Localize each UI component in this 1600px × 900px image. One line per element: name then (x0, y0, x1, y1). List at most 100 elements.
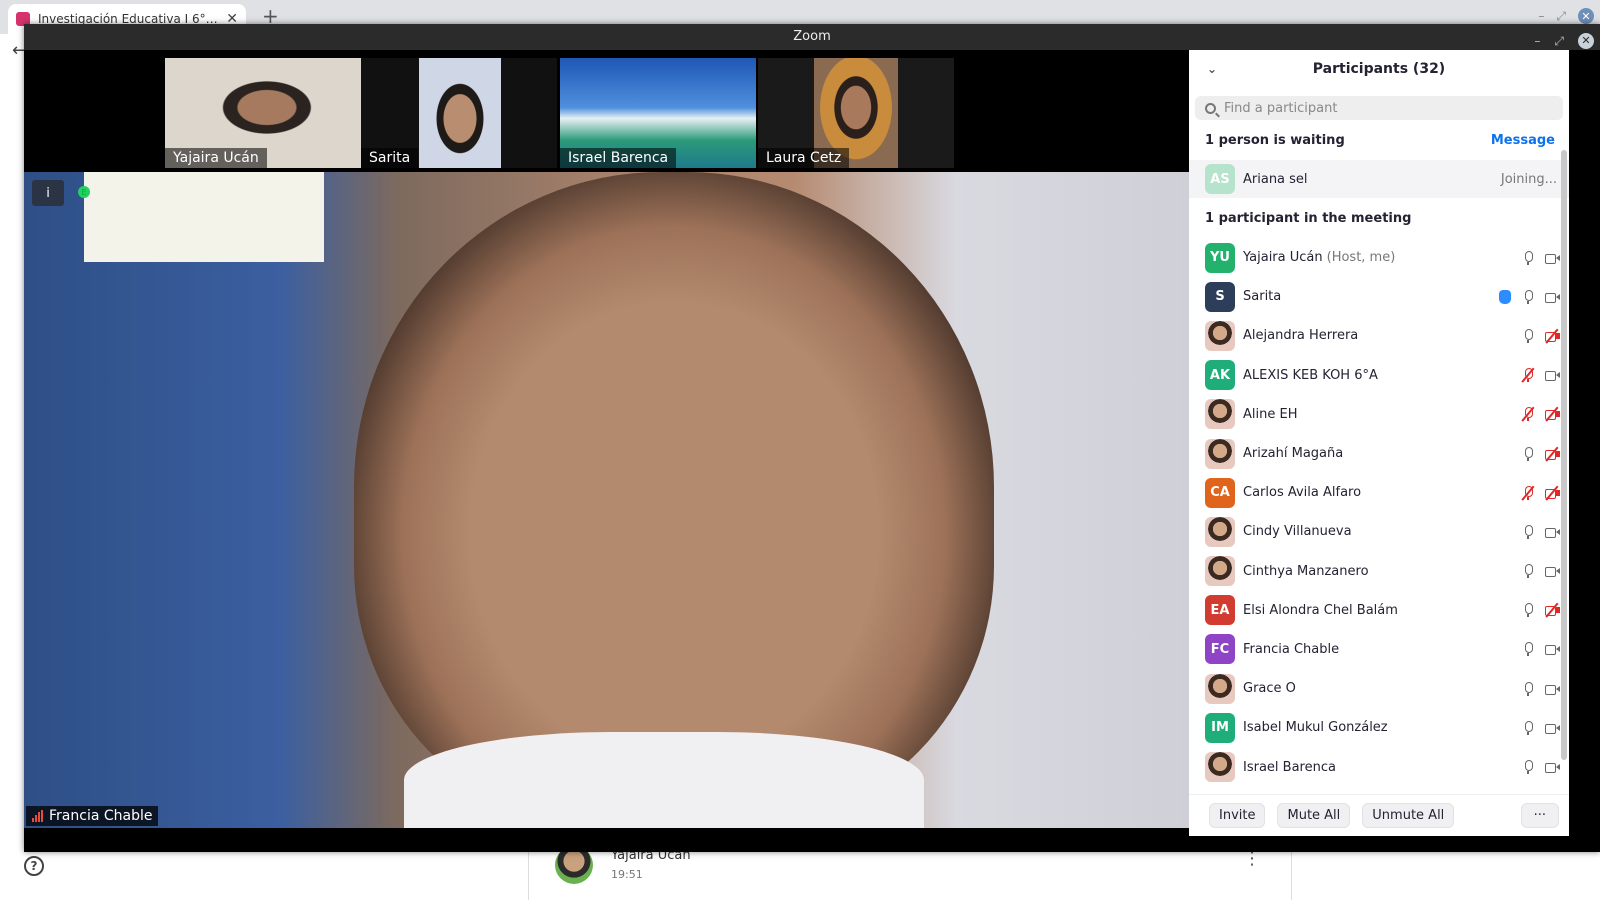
in-meeting-header: 1 participant in the meeting (1205, 210, 1412, 226)
participant-row[interactable]: Alejandra Herrera (1189, 316, 1569, 355)
video-icon[interactable] (1545, 250, 1560, 266)
mute-all-button[interactable]: Mute All (1277, 803, 1351, 828)
mic-icon[interactable] (1521, 446, 1535, 462)
mic-icon[interactable] (1521, 720, 1535, 736)
chat-time: 19:51 (611, 868, 643, 881)
mic-icon[interactable] (1521, 759, 1535, 775)
participant-status-icons (1521, 406, 1560, 422)
mic-muted-icon[interactable] (1521, 367, 1535, 383)
participant-row[interactable]: Aline EH (1189, 395, 1569, 434)
avatar: EA (1205, 595, 1235, 626)
participant-name: Grace O (1243, 681, 1296, 696)
participant-name: Israel Barenca (1243, 760, 1336, 775)
participant-name-text: Sarita (1243, 289, 1282, 305)
video-icon[interactable] (1545, 641, 1560, 657)
video-icon[interactable] (1545, 759, 1560, 775)
participant-row[interactable]: CA Carlos Avila Alfaro (1189, 473, 1569, 512)
participant-name-text: Isabel Mukul González (1243, 720, 1388, 736)
mic-icon[interactable] (1521, 563, 1535, 579)
mic-icon[interactable] (1521, 641, 1535, 657)
invite-button[interactable]: Invite (1209, 803, 1266, 828)
avatar (1205, 556, 1235, 587)
mic-icon[interactable] (1521, 524, 1535, 540)
participant-row[interactable]: IM Isabel Mukul González (1189, 708, 1569, 747)
participant-row[interactable]: Israel Barenca (1189, 747, 1569, 786)
video-icon[interactable] (1545, 367, 1560, 383)
close-icon[interactable]: ✕ (1578, 33, 1594, 49)
participant-row[interactable]: Cinthya Manzanero (1189, 552, 1569, 591)
mic-icon[interactable] (1521, 602, 1535, 618)
video-icon[interactable] (1545, 720, 1560, 736)
participant-name-text: Aline EH (1243, 406, 1298, 422)
video-icon[interactable] (1545, 681, 1560, 697)
maximize-icon[interactable]: ⤢ (1556, 9, 1566, 24)
participant-row[interactable]: EA Elsi Alondra Chel Balám (1189, 591, 1569, 630)
mic-muted-icon[interactable] (1521, 485, 1535, 501)
chevron-down-icon[interactable]: ⌄ (1207, 62, 1217, 76)
search-box[interactable] (1195, 96, 1563, 120)
video-off-icon[interactable] (1545, 602, 1560, 618)
waiting-participant-row[interactable]: AS Ariana sel Joining... (1189, 160, 1569, 198)
participant-name: Arizahí Magaña (1243, 446, 1343, 461)
participant-row[interactable]: Grace O (1189, 669, 1569, 708)
participant-status-icons (1521, 759, 1560, 775)
video-off-icon[interactable] (1545, 485, 1560, 501)
participant-row[interactable]: YU Yajaira Ucán (Host, me) (1189, 238, 1569, 277)
video-icon[interactable] (1545, 524, 1560, 540)
participant-name-text: Cindy Villanueva (1243, 524, 1352, 540)
participant-name: ALEXIS KEB KOH 6°A (1243, 368, 1378, 383)
active-speaker-label: Francia Chable (26, 806, 159, 826)
panel-footer: Invite Mute All Unmute All ··· (1189, 794, 1569, 836)
mic-icon[interactable] (1521, 250, 1535, 266)
minimize-icon[interactable]: – (1538, 9, 1544, 23)
participant-status-icons (1521, 524, 1560, 540)
slash-mark (1521, 367, 1535, 383)
browser-window-controls: – ⤢ ✕ (1538, 8, 1594, 24)
participant-row[interactable]: AK ALEXIS KEB KOH 6°A (1189, 356, 1569, 395)
participant-video (419, 58, 501, 168)
participant-row[interactable]: Arizahí Magaña (1189, 434, 1569, 473)
video-thumbnail[interactable]: Israel Barenca (560, 58, 756, 168)
participant-name: Carlos Avila Alfaro (1243, 485, 1361, 500)
participant-name-text: Grace O (1243, 681, 1296, 697)
window-title: Zoom (793, 29, 831, 44)
video-icon[interactable] (1545, 289, 1560, 305)
mic-icon[interactable] (1521, 328, 1535, 344)
video-thumbnail[interactable]: Laura Cetz (758, 58, 954, 168)
mic-icon[interactable] (1521, 681, 1535, 697)
participant-row[interactable]: S Sarita (1189, 277, 1569, 316)
help-icon[interactable]: ? (24, 856, 44, 876)
video-thumbnail[interactable]: Sarita (361, 58, 557, 168)
participant-name: Cindy Villanueva (1243, 524, 1352, 539)
participant-row[interactable]: Cindy Villanueva (1189, 512, 1569, 551)
avatar: CA (1205, 477, 1235, 508)
browser-close-icon[interactable]: ✕ (1578, 8, 1594, 24)
unmute-all-button[interactable]: Unmute All (1362, 803, 1455, 828)
video-thumbnail[interactable]: Yajaira Ucán (165, 58, 361, 168)
encryption-shield-icon[interactable]: E (78, 186, 90, 198)
mic-icon[interactable] (1521, 289, 1535, 305)
participant-name-text: Israel Barenca (1243, 759, 1336, 775)
zoom-titlebar: Zoom – ⤢ ✕ (24, 24, 1600, 50)
search-input[interactable] (1224, 100, 1524, 116)
video-off-icon[interactable] (1545, 446, 1560, 462)
more-options-button[interactable]: ··· (1520, 803, 1559, 828)
waiting-room-header: 1 person is waiting Message (1189, 120, 1569, 160)
participant-status-icons (1521, 250, 1560, 266)
participant-row[interactable]: FC Francia Chable (1189, 630, 1569, 669)
avatar: AS (1205, 164, 1235, 194)
speaker-shirt (404, 732, 924, 828)
avatar (1205, 399, 1235, 430)
meeting-info-icon[interactable]: i (32, 180, 64, 206)
participant-status-icons (1521, 563, 1560, 579)
active-speaker-name: Francia Chable (49, 808, 153, 824)
panel-scrollbar[interactable] (1561, 150, 1567, 760)
participant-status-icons (1499, 289, 1560, 305)
video-off-icon[interactable] (1545, 328, 1560, 344)
video-icon[interactable] (1545, 563, 1560, 579)
video-off-icon[interactable] (1545, 406, 1560, 422)
participant-name: Francia Chable (1243, 642, 1339, 657)
message-waiting-button[interactable]: Message (1491, 133, 1555, 148)
waiting-status: Joining... (1500, 171, 1557, 187)
mic-muted-icon[interactable] (1521, 406, 1535, 422)
